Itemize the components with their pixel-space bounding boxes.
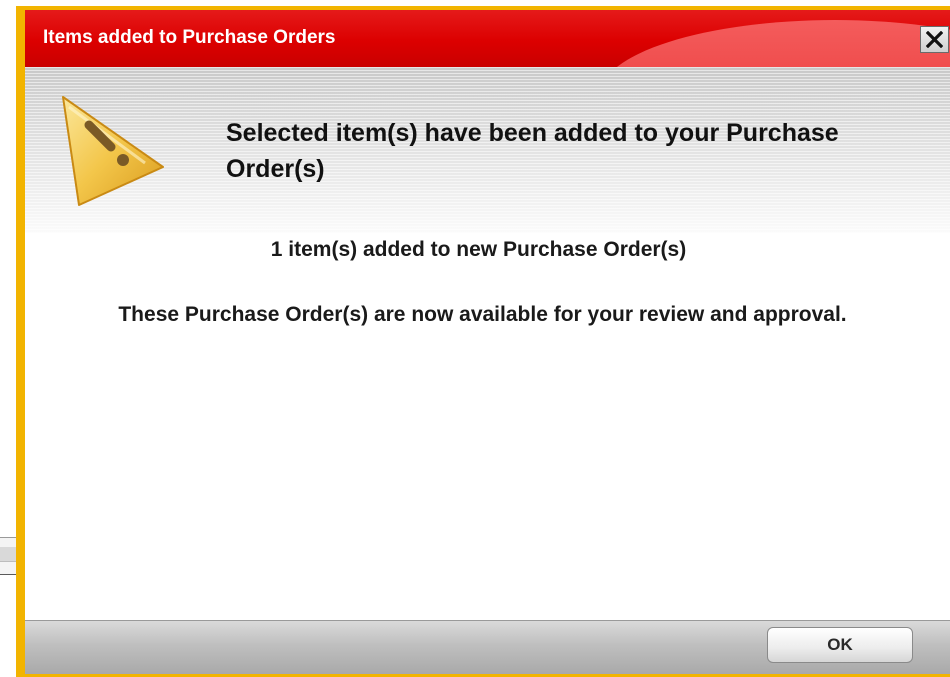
dialog-titlebar: Items added to Purchase Orders [25,10,950,67]
purchase-order-dialog: Items added to Purchase Orders Selected … [16,6,950,677]
dialog-content: 1 item(s) added to new Purchase Order(s)… [25,233,950,625]
warning-triangle-icon [62,96,164,206]
titlebar-decoration [600,20,950,67]
dialog-title: Items added to Purchase Orders [43,27,336,48]
header-message: Selected item(s) have been added to your… [226,119,839,183]
close-button[interactable] [920,26,949,53]
review-message: These Purchase Order(s) are now availabl… [118,303,847,326]
ok-button[interactable]: OK [767,627,913,663]
dialog-footer: OK [25,620,950,674]
dialog-header-band: Selected item(s) have been added to your… [25,67,950,233]
added-count-text: 1 item(s) added to new Purchase Order(s) [270,238,687,261]
close-icon [926,31,943,48]
